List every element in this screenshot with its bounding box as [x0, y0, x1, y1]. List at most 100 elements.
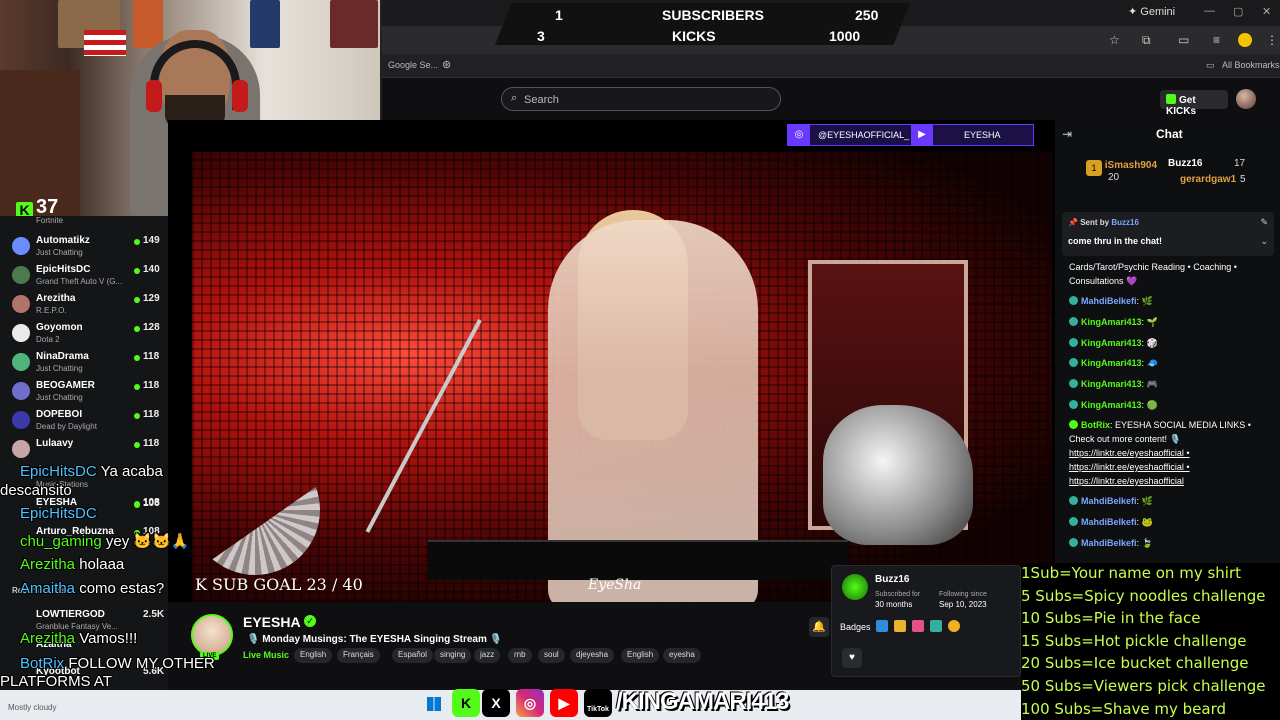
stream-tag[interactable]: singing [434, 648, 472, 663]
chat-username[interactable]: MahdiBelkefi [1081, 496, 1137, 506]
chat-message: KingAmari413: 🌱 [1069, 317, 1158, 328]
user-badge-icon [1069, 420, 1078, 429]
chat-link[interactable]: https://linktr.ee/eyeshaofficial [1069, 476, 1184, 486]
sidebar-channel[interactable]: DOPEBOI Dead by Daylight 118 [0, 407, 168, 436]
overlay-chat-text: Ya acaba [100, 463, 163, 480]
chat-username[interactable]: KingAmari413 [1081, 358, 1142, 368]
maximize-button[interactable]: ▢ [1233, 5, 1243, 18]
minimize-button[interactable]: — [1204, 5, 1215, 17]
channel-game: Just Chatting [36, 393, 83, 402]
sidebar-channel[interactable]: Lulaavy 118 [0, 436, 168, 465]
stream-tag[interactable]: djeyesha [570, 648, 615, 663]
chat-username[interactable]: MahdiBelkefi [1081, 296, 1137, 306]
chat-message: MahdiBelkefi: 🍃 [1069, 538, 1153, 549]
top-gifter-3[interactable]: gerardgaw1 [1180, 174, 1236, 185]
overlay-chat-text: yey 🐱🐱🙏 [105, 533, 190, 550]
get-kicks-button[interactable]: Get KICKs [1160, 90, 1228, 117]
channel-name: Automatikz [36, 235, 90, 246]
overlay-chat-text: holaaa [79, 556, 125, 573]
live-dot-icon [134, 384, 140, 390]
overlay-chat-message: EpicHitsDC Ya acaba [20, 463, 163, 480]
chat-username[interactable]: MahdiBelkefi [1081, 538, 1137, 548]
chat-link[interactable]: https://linktr.ee/eyeshaofficial • [1069, 462, 1190, 472]
sidebar-channel[interactable]: EpicHitsDC Grand Theft Auto V (G... 140 [0, 262, 168, 291]
chat-title: Chat [1156, 127, 1183, 141]
chat-message: KingAmari413: 🧢 [1069, 358, 1158, 369]
top-gifter-2[interactable]: Buzz16 [1168, 158, 1202, 169]
streamer-name[interactable]: EYESHA [243, 614, 301, 630]
pinned-message[interactable]: 📌 Sent by Buzz16 ✎ come thru in the chat… [1062, 212, 1274, 256]
sidebar-channel[interactable]: Arezitha R.E.P.O. 129 [0, 291, 168, 320]
sidebar-channel[interactable]: NinaDrama Just Chatting 118 [0, 349, 168, 378]
chat-username[interactable]: KingAmari413 [1081, 379, 1142, 389]
cast-icon[interactable]: ▭ [1178, 33, 1189, 47]
overlay-chat-message: Amaitha como estas? [20, 580, 164, 597]
chat-username[interactable]: KingAmari413 [1081, 400, 1142, 410]
video-player[interactable] [168, 120, 1055, 602]
channel-viewers: 2.5K [143, 609, 165, 620]
user-card-name[interactable]: Buzz16 [875, 574, 909, 585]
chat-text: : 🟢 [1141, 400, 1158, 410]
overlay-chat-text: FOLLOW MY OTHER [68, 655, 215, 672]
all-bookmarks[interactable]: All Bookmarks [1222, 60, 1280, 70]
subs-label: SUBSCRIBERS [662, 7, 764, 23]
stream-tag[interactable]: Français [337, 648, 380, 663]
chat-username[interactable]: KingAmari413 [1081, 338, 1142, 348]
stream-tag[interactable]: eyesha [663, 648, 701, 663]
chat-link[interactable]: https://linktr.ee/eyeshaofficial • [1069, 448, 1190, 458]
bookmark-google-search[interactable]: Google Se... [388, 60, 438, 70]
extensions-icon[interactable]: ⧉ [1142, 33, 1151, 48]
video-disco-cat [823, 405, 973, 545]
bookmark-star-icon[interactable]: ☆ [1109, 33, 1120, 47]
close-window-button[interactable]: ✕ [1262, 5, 1271, 18]
follow-heart-button[interactable]: ♥ [842, 648, 862, 668]
unpin-icon[interactable]: ✎ [1260, 217, 1268, 228]
chat-username[interactable]: MahdiBelkefi [1081, 517, 1137, 527]
windows-start-icon[interactable] [427, 697, 441, 711]
poster [330, 0, 378, 48]
stream-tag[interactable]: soul [538, 648, 565, 663]
stream-tag[interactable]: English [294, 648, 333, 663]
instagram-social-icon: ◎ [516, 689, 544, 717]
stream-tag[interactable]: Español [392, 648, 433, 663]
stream-tag[interactable]: English [621, 648, 660, 663]
sidebar-channel[interactable]: Automatikz Just Chatting 149 [0, 233, 168, 262]
profile-icon[interactable] [1238, 33, 1252, 47]
headphone-right [232, 80, 248, 112]
channel-avatar [12, 324, 30, 342]
sidebar-channel[interactable]: BEOGAMER Just Chatting 118 [0, 378, 168, 407]
notification-bell-icon[interactable]: 🔔 [809, 617, 829, 637]
avatar[interactable] [1236, 89, 1256, 109]
weather-widget[interactable]: Mostly cloudy [8, 703, 56, 712]
chat-message: MahdiBelkefi: 🌿 [1069, 296, 1153, 307]
gemini-button[interactable]: ✦ Gemini [1128, 5, 1175, 18]
flag-decoration [84, 30, 126, 56]
category-link[interactable]: Live Music [243, 650, 289, 660]
chat-username[interactable]: KingAmari413 [1081, 317, 1142, 327]
stream-tag[interactable]: jazz [474, 648, 501, 663]
chat-message: MahdiBelkefi: 🌿 [1069, 496, 1153, 507]
tab-search-icon[interactable]: ≡ [1213, 33, 1220, 47]
chat-username[interactable]: BotRix [1081, 420, 1110, 430]
user-badge-icon [1069, 338, 1078, 347]
chatgpt-bookmark-icon[interactable]: ⊛ [442, 58, 451, 71]
stream-tag[interactable]: rnb [508, 648, 532, 663]
gifter-badge-icon [912, 620, 924, 632]
overlay-chat-username: Arezitha [20, 556, 76, 573]
collapse-chat-icon[interactable]: ⇥ [1062, 127, 1072, 141]
chat-text: : 🐸 [1136, 517, 1153, 527]
live-dot-icon [134, 413, 140, 419]
sidebar-channel[interactable]: Goyomon Dota 2 128 [0, 320, 168, 349]
streamer-avatar[interactable] [191, 614, 233, 656]
chevron-down-icon[interactable]: ⌄ [1260, 236, 1268, 247]
chat-text: Cards/Tarot/Psychic Reading • Coaching • [1069, 262, 1237, 272]
overlay-chat-username: EpicHitsDC [20, 505, 97, 522]
search-placeholder: Search [524, 94, 559, 106]
user-badge-icon [1069, 538, 1078, 547]
top-gifter-1[interactable]: 1 iSmash904 [1086, 160, 1157, 176]
moderator-badge-icon [876, 620, 888, 632]
channel-avatar [12, 295, 30, 313]
menu-kebab-icon[interactable]: ⋮ [1266, 33, 1278, 47]
live-dot-icon [134, 326, 140, 332]
search-input[interactable]: ⌕ Search [501, 87, 781, 111]
